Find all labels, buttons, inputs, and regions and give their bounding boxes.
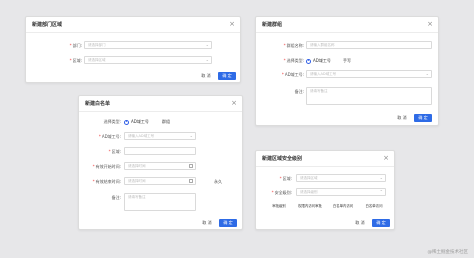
- start-time-row: *有效开始时间: 请选择时间: [79, 162, 244, 170]
- radio-manual[interactable]: 手写: [336, 58, 351, 64]
- cancel-button[interactable]: 取 消: [198, 72, 214, 80]
- region-row: *区域:: [79, 147, 244, 155]
- chevron-down-icon: ⌄: [379, 175, 383, 180]
- note-row: 备注: 请填写备注: [256, 87, 440, 105]
- dialog-title: 新建部门区域: [32, 22, 63, 28]
- chevron-down-icon: ⌄: [189, 133, 193, 138]
- level-option[interactable]: 白名单内访问: [330, 203, 356, 210]
- radio-group[interactable]: 群组: [155, 119, 170, 125]
- watermark: @稀土掘金技术社区: [427, 250, 469, 255]
- region-row: *区域: 请选择区域 ⌄: [256, 174, 396, 182]
- ad-account-label: *AD域工号:: [98, 134, 121, 139]
- type-row: 选择类型: AD域工号 群组: [79, 117, 244, 125]
- note-textarea[interactable]: 请填写备注: [124, 193, 196, 211]
- ad-account-select[interactable]: 请输入AD域工号 ⌄: [124, 132, 196, 140]
- dept-label: *部门:: [69, 43, 82, 48]
- note-row: 备注: 请填写备注: [79, 193, 244, 211]
- close-icon[interactable]: ×: [383, 154, 389, 162]
- cancel-button[interactable]: 取 消: [394, 114, 410, 122]
- region-label: *区域:: [69, 58, 82, 63]
- dialog-new-dept-region: 新建部门区域 × *部门: 请选择部门 ⌄ *区域: 请选择区域 ⌄ 取 消 确 定: [25, 16, 241, 83]
- dialog-header: 新建部门区域 ×: [26, 17, 240, 33]
- level-option[interactable]: 权限内访问审批: [296, 203, 324, 210]
- calendar-icon: [189, 179, 193, 183]
- radio-checked-icon: [124, 119, 129, 125]
- dialog-new-region-security: 新建区域安全级别 × *区域: 请选择区域 ⌄ *安全级别: 请选择级别 ⌃ 审批级…: [255, 150, 395, 230]
- dialog-header: 新建白名单 ×: [79, 96, 242, 112]
- confirm-button[interactable]: 确 定: [218, 72, 236, 80]
- ad-account-row: *AD域工号: 请输入AD域工号 ⌄: [256, 70, 440, 78]
- level-select[interactable]: 请选择级别 ⌃: [296, 188, 386, 196]
- level-row: *安全级别: 请选择级别 ⌃: [256, 188, 396, 196]
- type-label: *选择类型:: [283, 58, 304, 63]
- group-name-row: *群组名称: 请输入群组名称: [256, 41, 440, 49]
- permanent-option[interactable]: 永久: [214, 179, 222, 185]
- chevron-down-icon: ⌄: [205, 42, 209, 47]
- dept-select[interactable]: 请选择部门 ⌄: [84, 41, 212, 49]
- chevron-down-icon: ⌄: [425, 71, 429, 76]
- dialog-title: 新建区域安全级别: [262, 156, 303, 162]
- confirm-button[interactable]: 确 定: [219, 219, 237, 227]
- type-label: 选择类型:: [103, 119, 121, 124]
- chevron-down-icon: ⌄: [205, 57, 209, 62]
- note-textarea[interactable]: 请填写备注: [306, 87, 432, 105]
- ad-account-label: *AD域工号:: [281, 72, 304, 77]
- group-name-input[interactable]: 请输入群组名称: [306, 41, 432, 49]
- level-label: *安全级别:: [271, 190, 292, 195]
- type-row: *选择类型: AD域工号 手写: [256, 56, 440, 64]
- region-select[interactable]: 请选择区域 ⌄: [84, 56, 212, 64]
- radio-checked-icon: [306, 58, 311, 64]
- start-time-picker[interactable]: 请选择时间: [124, 162, 196, 170]
- note-label: 备注:: [294, 89, 304, 94]
- group-name-label: *群组名称:: [283, 43, 304, 48]
- end-time-picker[interactable]: 请选择时间: [124, 177, 196, 185]
- close-icon[interactable]: ×: [427, 20, 433, 28]
- cancel-button[interactable]: 取 消: [199, 219, 215, 227]
- chevron-up-icon: ⌃: [379, 189, 383, 194]
- cancel-button[interactable]: 取 消: [352, 219, 368, 227]
- region-label: *区域:: [279, 176, 292, 181]
- region-row: *区域: 请选择区域 ⌄: [26, 56, 242, 64]
- region-label: *区域:: [108, 149, 121, 154]
- end-time-label: *有效结束时间:: [92, 179, 121, 184]
- dept-row: *部门: 请选择部门 ⌄: [26, 41, 242, 49]
- start-time-label: *有效开始时间:: [92, 164, 121, 169]
- dialog-header: 新建群组 ×: [256, 17, 438, 33]
- dialog-new-group: 新建群组 × *群组名称: 请输入群组名称 *选择类型: AD域工号 手写 *A…: [255, 16, 439, 126]
- confirm-button[interactable]: 确 定: [372, 219, 390, 227]
- dialog-new-whitelist: 新建白名单 × 选择类型: AD域工号 群组 *AD域工号: 请输入AD域工号 ⌄…: [78, 95, 243, 230]
- level-option[interactable]: 白名单访问: [362, 203, 386, 210]
- level-option[interactable]: 审批级别: [270, 203, 288, 210]
- radio-ad-account[interactable]: AD域工号: [306, 58, 331, 64]
- end-time-row: *有效结束时间: 请选择时间 永久: [79, 177, 244, 185]
- dialog-header: 新建区域安全级别 ×: [256, 151, 394, 167]
- calendar-icon: [189, 164, 193, 168]
- confirm-button[interactable]: 确 定: [414, 114, 432, 122]
- close-icon[interactable]: ×: [231, 99, 237, 107]
- ad-account-select[interactable]: 请输入AD域工号 ⌄: [306, 70, 432, 78]
- close-icon[interactable]: ×: [229, 20, 235, 28]
- dialog-title: 新建白名单: [85, 101, 111, 107]
- note-label: 备注:: [111, 195, 121, 200]
- dialog-title: 新建群组: [262, 22, 283, 28]
- radio-ad-account[interactable]: AD域工号: [124, 119, 149, 125]
- region-select[interactable]: 请选择区域 ⌄: [296, 174, 386, 182]
- ad-account-row: *AD域工号: 请输入AD域工号 ⌄: [79, 132, 244, 140]
- region-select[interactable]: [124, 147, 196, 155]
